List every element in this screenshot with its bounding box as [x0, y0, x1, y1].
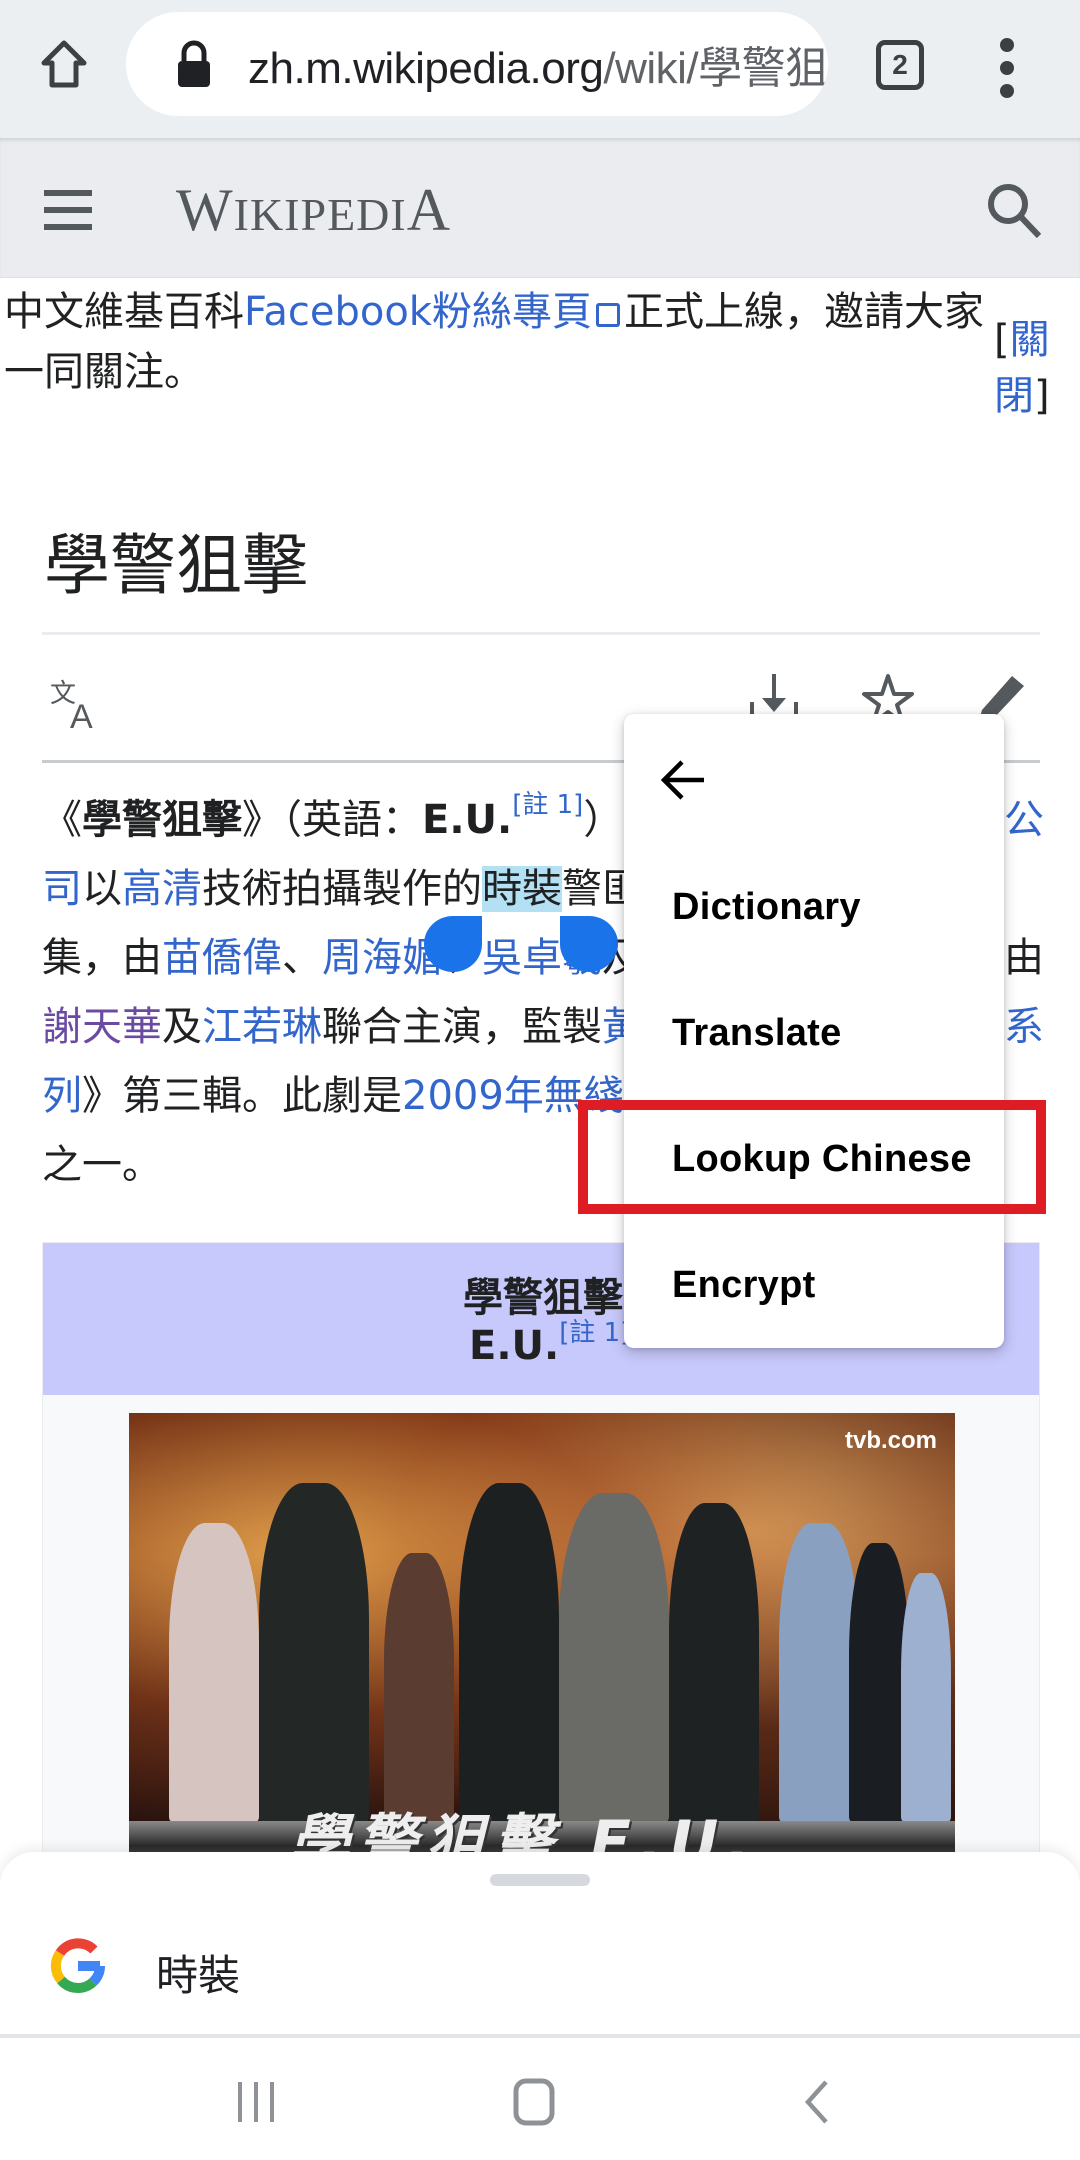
article-link[interactable]: 公: [1004, 786, 1044, 855]
back-nav-icon[interactable]: [800, 2078, 832, 2126]
bracket-close: ]: [1034, 373, 1050, 419]
url-host: zh.m.wikipedia.org: [248, 44, 604, 93]
poster-image[interactable]: tvb.com 學警狙擊 E.U.: [129, 1413, 955, 1883]
poster-figure: [459, 1483, 559, 1823]
arrow-left-icon[interactable]: [658, 754, 710, 806]
close-label-2: 閉: [994, 373, 1034, 419]
facebook-link[interactable]: Facebook粉絲專頁: [244, 289, 592, 335]
page-title: 學警狙擊: [44, 527, 308, 604]
lock-icon: [178, 40, 210, 87]
wordmark-first: W: [176, 177, 234, 243]
close-label-1: 關: [1009, 317, 1050, 363]
bold-english-title: E.U.: [422, 797, 513, 843]
infobox-subtitle: E.U.[註 1]: [469, 1320, 630, 1369]
poster-figure: [779, 1523, 859, 1823]
wordmark-last: A: [406, 177, 452, 243]
text: 《: [42, 797, 82, 843]
url-text: zh.m.wikipedia.org/wiki/學警狙擊: [248, 32, 828, 96]
selected-text[interactable]: 時裝: [482, 866, 562, 912]
svg-text:A: A: [70, 698, 93, 732]
more-options-icon[interactable]: [990, 38, 1024, 98]
menu-item-encrypt[interactable]: Encrypt: [672, 1264, 816, 1307]
text: （英語：: [282, 797, 422, 843]
text: 》: [242, 797, 282, 843]
bold-title: 學警狙擊: [82, 797, 242, 843]
divider: [42, 632, 1040, 635]
google-g-icon: [50, 1938, 105, 1993]
menu-item-dictionary[interactable]: Dictionary: [672, 886, 861, 929]
url-path: /wiki/學警狙擊: [603, 44, 828, 93]
selection-handle-end[interactable]: [560, 916, 618, 972]
main-menu-icon[interactable]: [44, 190, 92, 230]
menu-item-translate[interactable]: Translate: [672, 1012, 842, 1055]
wikipedia-wordmark[interactable]: WIKIPEDIA: [176, 176, 451, 245]
poster-figure: [901, 1573, 951, 1823]
notice-close-button[interactable]: [關 閉]: [994, 312, 1050, 424]
system-navigation-bar: [0, 2038, 1080, 2160]
text: 集，由: [42, 935, 162, 981]
search-icon[interactable]: [984, 180, 1044, 240]
home-icon: [41, 40, 87, 88]
poster-figure: [259, 1483, 369, 1823]
site-notice: 中文維基百科Facebook粉絲專頁 正式上線，邀請大家一同關注。: [4, 282, 994, 402]
poster-figure: [559, 1493, 669, 1823]
url-bar[interactable]: zh.m.wikipedia.org/wiki/學警狙擊: [126, 12, 828, 116]
selection-handle-start[interactable]: [424, 916, 482, 972]
text: 聯合主演，監製: [322, 1004, 602, 1050]
tvb-logo: tvb.com: [844, 1427, 937, 1454]
article-link[interactable]: 江若琳: [202, 1004, 322, 1050]
poster-figure: [384, 1553, 454, 1823]
recent-apps-icon[interactable]: [232, 2078, 280, 2126]
footnote-link[interactable]: [註 1]: [559, 1318, 630, 1348]
wordmark-middle: IKIPEDI: [233, 189, 407, 240]
text: ）: [583, 797, 624, 843]
notice-text: 中文維基百科: [4, 289, 244, 335]
drag-handle[interactable]: [490, 1874, 590, 1886]
article-link[interactable]: 系: [1004, 993, 1044, 1062]
poster-figure: [169, 1523, 259, 1823]
tab-switcher-button[interactable]: 2: [876, 40, 924, 90]
poster-figure: [669, 1503, 759, 1823]
poster-figure: [849, 1543, 909, 1823]
article-link-visited[interactable]: 謝天華: [42, 1004, 162, 1050]
article-link[interactable]: 列: [42, 1073, 82, 1119]
text: 以: [82, 866, 122, 912]
footnote-link[interactable]: [註 1]: [512, 790, 583, 820]
browser-toolbar: zh.m.wikipedia.org/wiki/學警狙擊 2: [0, 0, 1080, 138]
text: 技術拍攝製作的: [202, 866, 482, 912]
text: 之一。: [42, 1142, 162, 1188]
language-icon[interactable]: 文 A: [50, 676, 106, 732]
text: 》第三輯。此劇是: [82, 1073, 402, 1119]
bracket-open: [: [994, 317, 1010, 363]
wikipedia-header: WIKIPEDIA: [0, 138, 1080, 278]
article-link[interactable]: 高清: [122, 866, 202, 912]
home-nav-icon[interactable]: [510, 2078, 558, 2126]
article-link[interactable]: 苗僑偉: [162, 935, 282, 981]
google-search-sheet: 時裝: [0, 1852, 1080, 2034]
external-link-icon: [595, 303, 620, 327]
infobox-title: 學警狙擊: [463, 1275, 623, 1321]
highlight-annotation-box: [578, 1100, 1046, 1214]
text: 由: [1004, 935, 1044, 981]
home-button[interactable]: [36, 36, 92, 92]
article-link[interactable]: 司: [42, 866, 82, 912]
text-selection-menu: Dictionary Translate Lookup Chinese Encr…: [624, 714, 1004, 1348]
text: 、: [282, 935, 322, 981]
infobox-subtitle-text: E.U.: [469, 1323, 560, 1369]
text: 及: [162, 1004, 202, 1050]
search-query[interactable]: 時裝: [156, 1942, 240, 2003]
